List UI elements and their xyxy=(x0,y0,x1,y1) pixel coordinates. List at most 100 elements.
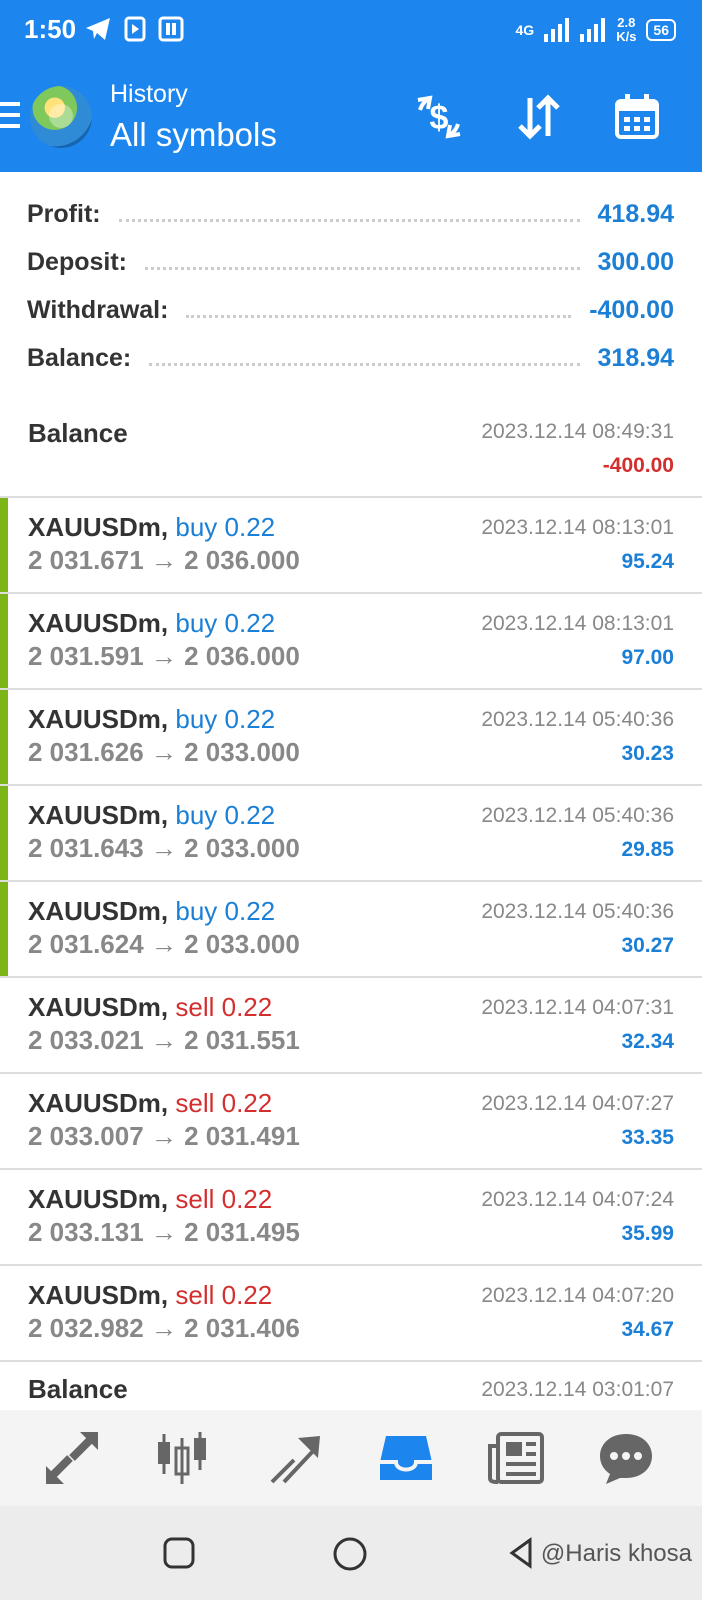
row-time: 2023.12.14 04:07:27 xyxy=(481,1092,674,1115)
row-prices: 2 032.982 → 2 031.406 xyxy=(28,1313,300,1343)
messages-icon[interactable] xyxy=(596,1428,656,1488)
status-time: 1:50 xyxy=(24,14,77,44)
row-time: 2023.12.14 05:40:36 xyxy=(481,708,674,731)
menu-icon[interactable] xyxy=(0,102,20,128)
quotes-icon[interactable] xyxy=(42,1428,102,1488)
row-time: 2023.12.14 04:07:31 xyxy=(481,996,674,1019)
row-time: 2023.12.14 05:40:36 xyxy=(481,900,674,923)
row-profit: 30.23 xyxy=(621,742,674,765)
row-profit: 95.24 xyxy=(621,550,674,573)
app-logo xyxy=(30,86,92,148)
back-button[interactable] xyxy=(508,1536,534,1570)
trade-row[interactable]: XAUUSDm, buy 0.22 2023.12.14 08:13:01 2 … xyxy=(0,594,702,690)
row-side: buy 0.22 xyxy=(175,800,276,830)
recent-apps-button[interactable] xyxy=(162,1536,196,1570)
trade-row[interactable]: XAUUSDm, buy 0.22 2023.12.14 05:40:36 2 … xyxy=(0,786,702,882)
summary-profit: Profit: 418.94 xyxy=(27,199,674,228)
row-symbol: XAUUSDm, buy 0.22 xyxy=(28,896,276,926)
row-amount: -400.00 xyxy=(602,454,674,477)
home-button[interactable] xyxy=(332,1536,368,1572)
app-notification-icon xyxy=(158,16,184,42)
signal-icon-2 xyxy=(580,18,606,42)
buy-marker xyxy=(0,786,8,880)
row-prices: 2 031.626 → 2 033.000 xyxy=(28,737,300,767)
row-symbol: XAUUSDm, buy 0.22 xyxy=(28,608,276,638)
row-profit: 32.34 xyxy=(621,1030,674,1053)
row-time: 2023.12.14 08:49:31 xyxy=(481,420,674,443)
row-profit: 34.67 xyxy=(621,1318,674,1341)
trade-row[interactable]: XAUUSDm, sell 0.22 2023.12.14 04:07:31 2… xyxy=(0,978,702,1074)
history-icon[interactable] xyxy=(376,1428,436,1488)
row-profit: 33.35 xyxy=(621,1126,674,1149)
row-side: sell 0.22 xyxy=(175,1280,273,1310)
account-summary: Profit: 418.94 Deposit: 300.00 Withdrawal:… xyxy=(0,172,702,404)
network-type: 4G xyxy=(515,22,535,38)
chart-icon[interactable] xyxy=(152,1428,212,1488)
row-profit: 97.00 xyxy=(621,646,674,669)
battery-icon: 56 xyxy=(646,19,676,41)
row-time: 2023.12.14 08:13:01 xyxy=(481,612,674,635)
network-speed: 2.8 K/s xyxy=(616,15,637,44)
row-side: buy 0.22 xyxy=(175,896,276,926)
balance-row[interactable]: Balance 2023.12.14 08:49:31 -400.00 xyxy=(0,402,702,498)
page-subtitle: History xyxy=(110,80,188,108)
bottom-nav xyxy=(0,1410,702,1506)
row-side: buy 0.22 xyxy=(175,608,276,638)
buy-marker xyxy=(0,594,8,688)
row-symbol: XAUUSDm, sell 0.22 xyxy=(28,992,273,1022)
sort-icon[interactable] xyxy=(514,92,564,142)
summary-withdrawal: Withdrawal: -400.00 xyxy=(27,295,674,324)
signal-icon xyxy=(544,18,570,42)
trade-icon[interactable] xyxy=(266,1428,326,1488)
row-symbol: XAUUSDm, sell 0.22 xyxy=(28,1184,273,1214)
summary-deposit: Deposit: 300.00 xyxy=(27,247,674,276)
calendar-icon[interactable] xyxy=(612,92,662,142)
row-time: 2023.12.14 08:13:01 xyxy=(481,516,674,539)
row-symbol: XAUUSDm, sell 0.22 xyxy=(28,1280,273,1310)
trade-row[interactable]: XAUUSDm, buy 0.22 2023.12.14 05:40:36 2 … xyxy=(0,882,702,978)
row-prices: 2 033.007 → 2 031.491 xyxy=(28,1121,300,1151)
row-side: sell 0.22 xyxy=(175,1184,273,1214)
row-profit: 30.27 xyxy=(621,934,674,957)
row-side: buy 0.22 xyxy=(175,512,276,542)
row-prices: 2 031.624 → 2 033.000 xyxy=(28,929,300,959)
currency-exchange-icon[interactable]: $ xyxy=(414,92,464,142)
row-prices: 2 033.131 → 2 031.495 xyxy=(28,1217,300,1247)
trade-row[interactable]: XAUUSDm, sell 0.22 2023.12.14 04:07:24 2… xyxy=(0,1170,702,1266)
trade-row[interactable]: XAUUSDm, buy 0.22 2023.12.14 05:40:36 2 … xyxy=(0,690,702,786)
media-player-icon xyxy=(124,16,146,42)
row-symbol: XAUUSDm, sell 0.22 xyxy=(28,1088,273,1118)
buy-marker xyxy=(0,498,8,592)
trade-row[interactable]: XAUUSDm, buy 0.22 2023.12.14 08:13:01 2 … xyxy=(0,498,702,594)
summary-balance: Balance: 318.94 xyxy=(27,343,674,372)
row-symbol: XAUUSDm, buy 0.22 xyxy=(28,512,276,542)
row-profit: 35.99 xyxy=(621,1222,674,1245)
balance-row[interactable]: Balance 2023.12.14 03:01:07 xyxy=(0,1362,702,1410)
row-symbol: XAUUSDm, buy 0.22 xyxy=(28,704,276,734)
telegram-icon xyxy=(86,18,110,40)
app-bar: History All symbols $ xyxy=(0,64,702,172)
status-bar: 1:50 4G 2.8 K/s 56 xyxy=(0,0,702,64)
row-prices: 2 031.671 → 2 036.000 xyxy=(28,545,300,575)
row-prices: 2 031.643 → 2 033.000 xyxy=(28,833,300,863)
news-icon[interactable] xyxy=(486,1428,546,1488)
row-profit: 29.85 xyxy=(621,838,674,861)
symbol-selector[interactable]: All symbols xyxy=(110,116,277,154)
watermark: @Haris khosa xyxy=(540,1540,692,1567)
row-time: 2023.12.14 05:40:36 xyxy=(481,804,674,827)
row-side: sell 0.22 xyxy=(175,992,273,1022)
trade-row[interactable]: XAUUSDm, sell 0.22 2023.12.14 04:07:27 2… xyxy=(0,1074,702,1170)
row-symbol: XAUUSDm, buy 0.22 xyxy=(28,800,276,830)
row-side: sell 0.22 xyxy=(175,1088,273,1118)
buy-marker xyxy=(0,690,8,784)
row-side: buy 0.22 xyxy=(175,704,276,734)
row-time: 2023.12.14 04:07:20 xyxy=(481,1284,674,1307)
system-nav-bar: @Haris khosa xyxy=(0,1506,702,1600)
row-time: 2023.12.14 04:07:24 xyxy=(481,1188,674,1211)
row-prices: 2 031.591 → 2 036.000 xyxy=(28,641,300,671)
row-time: 2023.12.14 03:01:07 xyxy=(481,1378,674,1401)
row-prices: 2 033.021 → 2 031.551 xyxy=(28,1025,300,1055)
trade-row[interactable]: XAUUSDm, sell 0.22 2023.12.14 04:07:20 2… xyxy=(0,1266,702,1362)
svg-text:$: $ xyxy=(430,99,449,137)
buy-marker xyxy=(0,882,8,976)
